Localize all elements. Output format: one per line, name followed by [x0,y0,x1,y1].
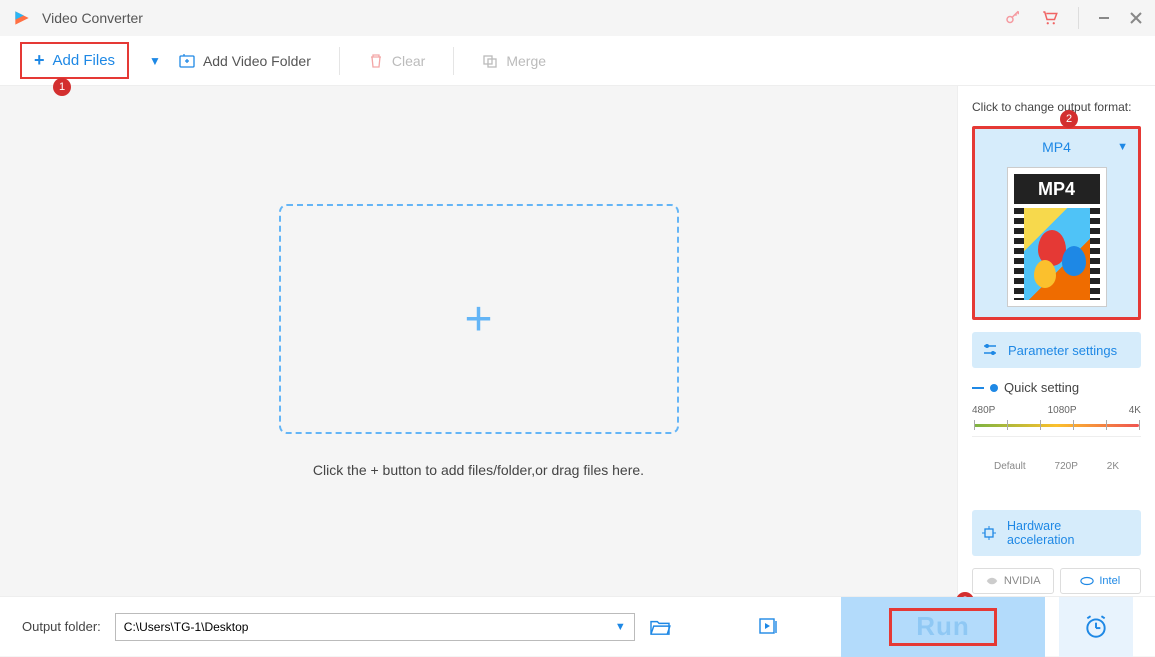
playlist-button[interactable] [759,618,779,636]
quality-slider[interactable] [974,418,1139,432]
schedule-button[interactable] [1059,597,1133,657]
add-video-folder-label: Add Video Folder [203,53,311,69]
bottom-bar: Output folder: C:\Users\TG-1\Desktop ▼ R… [0,596,1155,656]
add-files-dropdown-icon[interactable]: ▼ [149,54,161,68]
format-thumbnail: MP4 [1007,167,1107,307]
drop-rect[interactable]: + [279,204,679,434]
app-logo-icon [12,8,32,28]
chevron-down-icon[interactable]: ▼ [615,621,626,633]
annotation-callout-2: 2 [1060,110,1078,128]
change-format-label: Click to change output format: [972,100,1141,114]
hardware-acceleration-button[interactable]: Hardware acceleration [972,510,1141,556]
res-480p: 480P [972,405,995,416]
res-2k: 2K [1107,461,1119,472]
playlist-icon [759,618,779,636]
cart-icon[interactable] [1040,9,1060,27]
annotation-callout-1: 1 [53,78,71,96]
folder-open-icon [649,618,671,636]
res-1080p: 1080P [1048,405,1077,416]
app-title: Video Converter [42,10,143,26]
format-dropdown[interactable]: MP4 ▼ [981,135,1132,159]
intel-toggle[interactable]: Intel [1060,568,1142,594]
trash-icon [368,53,384,69]
res-default: Default [994,461,1026,472]
parameter-settings-label: Parameter settings [1008,343,1117,358]
output-folder-input[interactable]: C:\Users\TG-1\Desktop ▼ [115,613,635,641]
minimize-icon[interactable] [1097,11,1111,25]
sliders-icon [982,342,998,358]
drop-instruction: Click the + button to add files/folder,o… [313,462,644,478]
title-bar: Video Converter [0,0,1155,36]
open-folder-button[interactable] [649,618,671,636]
intel-label: Intel [1099,575,1120,587]
merge-icon [482,53,498,69]
hardware-acceleration-label: Hardware acceleration [1007,519,1132,547]
drop-area[interactable]: + Click the + button to add files/folder… [0,86,957,596]
quick-setting-section: Quick setting 480P 1080P 4K Default 720P… [972,380,1141,498]
main-area: + Click the + button to add files/folder… [0,86,1155,596]
alarm-clock-icon [1083,614,1109,640]
nvidia-toggle[interactable]: NVIDIA [972,568,1054,594]
add-video-folder-button[interactable]: Add Video Folder [179,53,311,69]
chevron-down-icon: ▼ [1117,141,1128,153]
sidebar: Click to change output format: MP4 ▼ MP4… [957,86,1155,596]
quick-dot-icon [990,384,998,392]
quick-setting-label: Quick setting [1004,380,1079,395]
add-files-button[interactable]: + Add Files [20,42,129,79]
res-720p: 720P [1055,461,1078,472]
folder-plus-icon [179,53,195,69]
run-button[interactable]: Run [841,597,1045,657]
close-icon[interactable] [1129,11,1143,25]
chip-icon [981,525,997,541]
merge-label: Merge [506,53,546,69]
clear-label: Clear [392,53,425,69]
format-name: MP4 [1042,139,1071,155]
merge-button[interactable]: Merge [482,53,546,69]
drop-plus-icon: + [464,292,492,347]
nvidia-label: NVIDIA [1004,575,1041,587]
nvidia-icon [985,574,999,588]
output-folder-label: Output folder: [22,619,101,634]
format-badge: MP4 [1014,174,1100,204]
parameter-settings-button[interactable]: Parameter settings [972,332,1141,368]
plus-icon: + [34,50,45,71]
output-folder-path: C:\Users\TG-1\Desktop [124,620,249,634]
add-files-label: Add Files [53,52,116,69]
toolbar: + Add Files ▼ Add Video Folder Clear Mer… [0,36,1155,86]
key-icon[interactable] [1004,9,1022,27]
clear-button[interactable]: Clear [368,53,425,69]
res-4k: 4K [1129,405,1141,416]
intel-icon [1080,574,1094,588]
run-label: Run [916,611,970,642]
quick-line-icon [972,387,984,389]
output-format-box[interactable]: MP4 ▼ MP4 [972,126,1141,320]
